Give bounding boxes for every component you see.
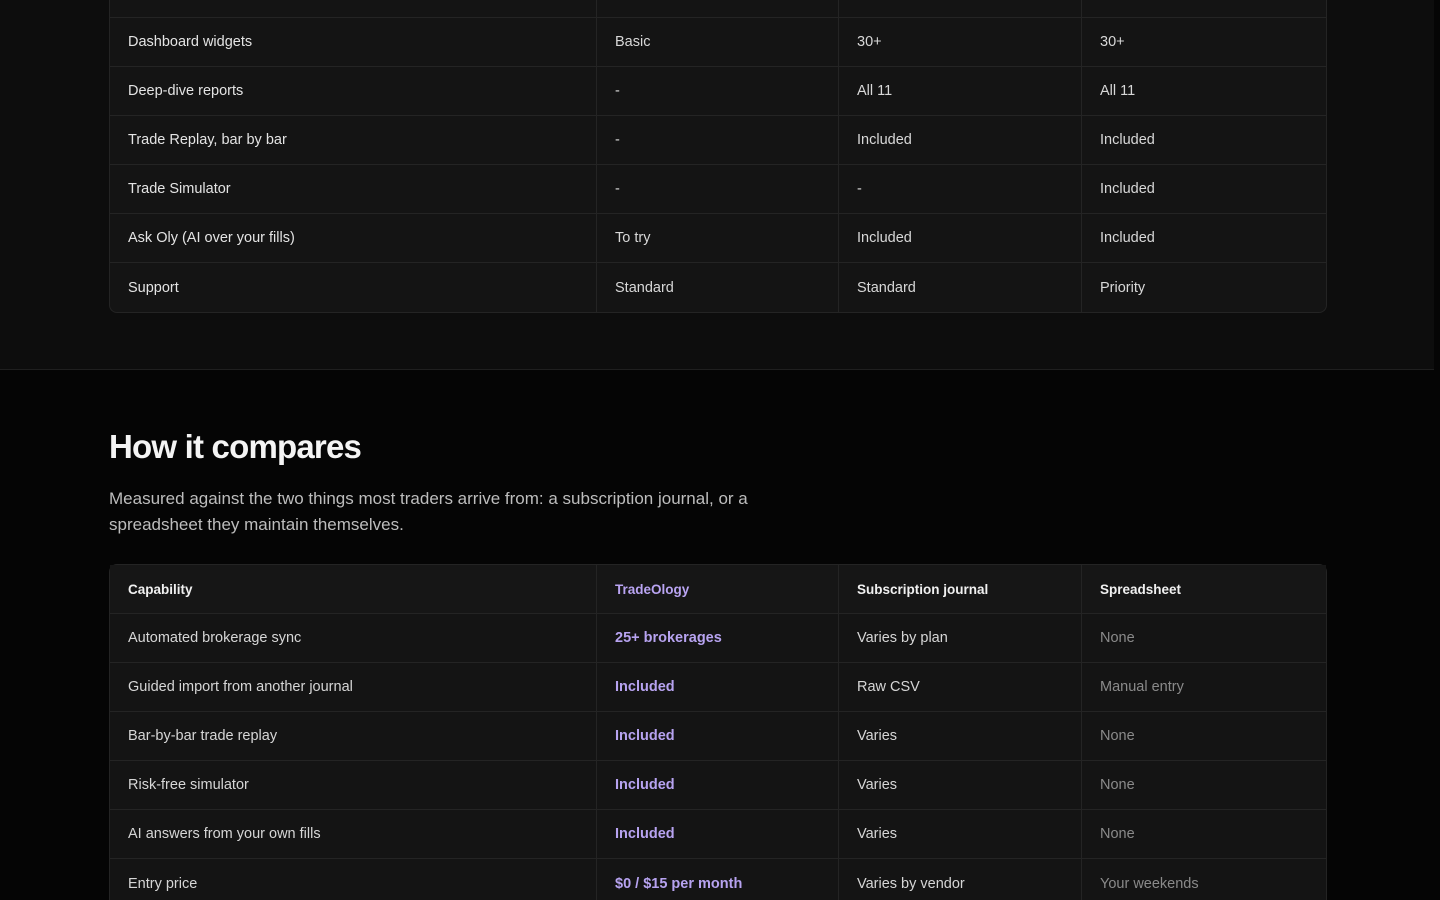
feature-name: Deep-dive reports [110, 67, 597, 116]
pro-plan-value: - [839, 165, 1082, 214]
spreadsheet-value: None [1082, 810, 1326, 859]
table-row: Risk-free simulator Included Varies None [110, 761, 1326, 810]
free-plan-value: Standard [597, 263, 839, 312]
feature-name: Support [110, 263, 597, 312]
subscription-value: Varies [839, 761, 1082, 810]
tradeology-value: Included [597, 663, 839, 712]
table-row: Entry price $0 / $15 per month Varies by… [110, 859, 1326, 900]
pricing-features-section: Dashboard widgets Basic 30+ 30+ Deep-div… [0, 0, 1434, 370]
capability-name: Automated brokerage sync [110, 614, 597, 663]
header-subscription-journal: Subscription journal [839, 565, 1082, 614]
subscription-value: Varies [839, 712, 1082, 761]
feature-name: Dashboard widgets [110, 18, 597, 67]
features-table: Dashboard widgets Basic 30+ 30+ Deep-div… [109, 0, 1327, 313]
subscription-value: Varies by vendor [839, 859, 1082, 900]
elite-plan-value: Included [1082, 116, 1326, 165]
section-description: Measured against the two things most tra… [109, 489, 748, 534]
pro-plan-value: Included [839, 214, 1082, 263]
table-cell [110, 0, 597, 18]
pro-plan-value: Included [839, 116, 1082, 165]
capability-name: AI answers from your own fills [110, 810, 597, 859]
spreadsheet-value: None [1082, 712, 1326, 761]
feature-name: Trade Simulator [110, 165, 597, 214]
header-capability: Capability [110, 565, 597, 614]
table-cell [1082, 0, 1326, 18]
pro-plan-value: All 11 [839, 67, 1082, 116]
table-row: Bar-by-bar trade replay Included Varies … [110, 712, 1326, 761]
table-cell [597, 0, 839, 18]
free-plan-value: - [597, 165, 839, 214]
table-row: Automated brokerage sync 25+ brokerages … [110, 614, 1326, 663]
table-header-row: Capability TradeOlogy Subscription journ… [110, 565, 1326, 614]
capability-name: Risk-free simulator [110, 761, 597, 810]
elite-plan-value: Included [1082, 214, 1326, 263]
tradeology-value: Included [597, 761, 839, 810]
tradeology-value: Included [597, 810, 839, 859]
free-plan-value: Basic [597, 18, 839, 67]
table-row: AI answers from your own fills Included … [110, 810, 1326, 859]
capability-name: Guided import from another journal [110, 663, 597, 712]
free-plan-value: - [597, 116, 839, 165]
tradeology-value: Included [597, 712, 839, 761]
elite-plan-value: Priority [1100, 279, 1146, 296]
feature-name: Trade Replay, bar by bar [110, 116, 597, 165]
header-spreadsheet: Spreadsheet [1082, 565, 1326, 614]
tradeology-value: $0 / $15 per month [597, 859, 839, 900]
table-row: Deep-dive reports - All 11 All 11 [110, 67, 1326, 116]
table-row: Guided import from another journal Inclu… [110, 663, 1326, 712]
spreadsheet-value: Manual entry [1082, 663, 1326, 712]
page: Dashboard widgets Basic 30+ 30+ Deep-div… [0, 0, 1440, 900]
table-row: Dashboard widgets Basic 30+ 30+ [110, 18, 1326, 67]
spreadsheet-value: Your weekends [1100, 875, 1199, 892]
spreadsheet-value: None [1082, 614, 1326, 663]
spreadsheet-value: None [1082, 761, 1326, 810]
capability-name: Entry price [110, 859, 597, 900]
table-row: Trade Simulator - - Included [110, 165, 1326, 214]
tradeology-value: 25+ brokerages [597, 614, 839, 663]
subscription-value: Varies by plan [839, 614, 1082, 663]
table-row: Support Standard Standard Priority [110, 263, 1326, 312]
table-row: Ask Oly (AI over your fills) To try Incl… [110, 214, 1326, 263]
feature-name: Ask Oly (AI over your fills) [110, 214, 597, 263]
elite-plan-value: Included [1082, 165, 1326, 214]
section-title: How it compares [109, 428, 362, 465]
scrollbar-track[interactable] [1434, 0, 1440, 900]
pro-plan-value: 30+ [839, 18, 1082, 67]
free-plan-value: - [597, 67, 839, 116]
table-row: Trade Replay, bar by bar - Included Incl… [110, 116, 1326, 165]
comparison-table: Capability TradeOlogy Subscription journ… [109, 564, 1327, 900]
free-plan-value: To try [597, 214, 839, 263]
elite-plan-value: 30+ [1082, 18, 1326, 67]
capability-name: Bar-by-bar trade replay [110, 712, 597, 761]
subscription-value: Raw CSV [839, 663, 1082, 712]
subscription-value: Varies [839, 810, 1082, 859]
table-cell [839, 0, 1082, 18]
table-row [110, 0, 1326, 18]
header-tradeology: TradeOlogy [597, 565, 839, 614]
pro-plan-value: Standard [839, 263, 1082, 312]
elite-plan-value: All 11 [1082, 67, 1326, 116]
